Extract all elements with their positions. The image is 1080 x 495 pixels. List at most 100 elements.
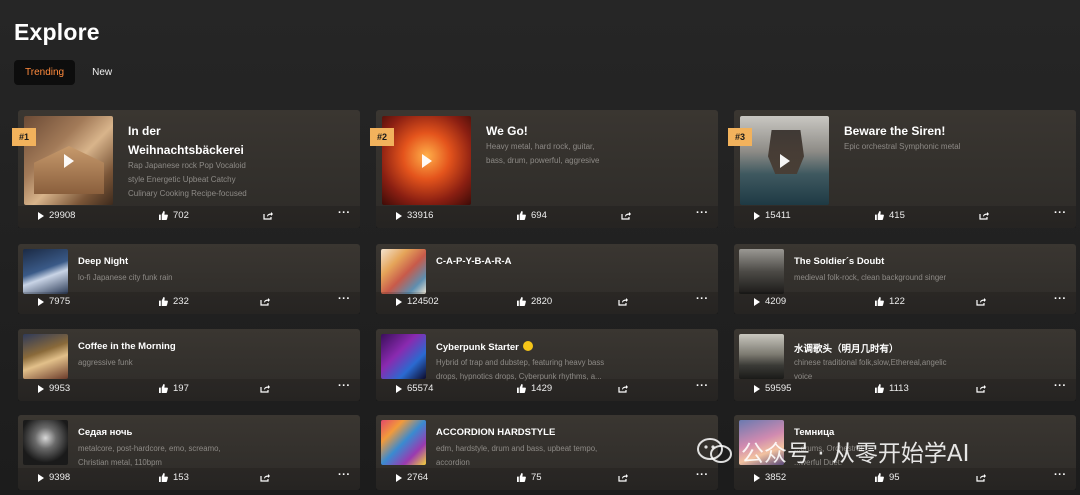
share-icon[interactable] [260, 297, 270, 306]
cover-image[interactable] [23, 420, 68, 465]
featured-card-2[interactable]: #2 We Go! Heavy metal, hard rock, guitar… [370, 110, 718, 228]
cover-image[interactable] [382, 116, 471, 205]
song-card[interactable]: Cyberpunk Starter Hybrid of trap and dub… [376, 329, 718, 401]
share-icon[interactable] [263, 211, 273, 220]
more-options-icon[interactable]: ··· [696, 380, 709, 392]
cover-image[interactable] [23, 334, 68, 379]
like-count[interactable]: 75 [517, 472, 542, 483]
song-card[interactable]: 水调歌头（明月几时有） chinese traditional folk,slo… [734, 329, 1076, 401]
song-card[interactable]: Coffee in the Morning aggressive funk 99… [18, 329, 360, 401]
like-count[interactable]: 702 [159, 210, 189, 221]
song-title[interactable]: 水调歌头（明月几时有） [794, 341, 899, 355]
cover-image[interactable] [740, 116, 829, 205]
more-options-icon[interactable]: ··· [696, 469, 709, 481]
song-description: edm, hardstyle, drum and bass, upbeat te… [436, 444, 598, 467]
song-card[interactable]: C-A-P-Y-B-A-R-A 124502 2820 ··· [376, 244, 718, 314]
thumbs-up-icon [159, 297, 168, 306]
featured-card-3[interactable]: #3 Beware the Siren! Epic orchestral Sym… [728, 110, 1076, 228]
cover-image[interactable] [381, 334, 426, 379]
song-title[interactable]: Cyberpunk Starter [436, 341, 533, 353]
song-title[interactable]: Beware the Siren! [844, 122, 945, 141]
share-icon[interactable] [618, 473, 628, 482]
like-count[interactable]: 95 [875, 472, 900, 483]
thumbs-up-icon [875, 473, 884, 482]
play-overlay-icon[interactable] [779, 153, 790, 168]
song-card[interactable]: The Soldier´s Doubt medieval folk-rock, … [734, 244, 1076, 314]
more-options-icon[interactable]: ··· [338, 469, 351, 481]
more-options-icon[interactable]: ··· [338, 207, 351, 219]
wechat-icon [697, 438, 733, 464]
song-title[interactable]: In der Weihnachtsbäckerei [128, 122, 244, 160]
play-count[interactable]: 3852 [754, 472, 786, 483]
thumbs-up-icon [517, 473, 526, 482]
like-count[interactable]: 197 [159, 383, 189, 394]
play-count[interactable]: 2764 [396, 472, 428, 483]
card-footer: 2764 75 ··· [376, 468, 718, 490]
share-icon[interactable] [618, 297, 628, 306]
share-icon[interactable] [260, 473, 270, 482]
like-count[interactable]: 694 [517, 210, 547, 221]
share-icon[interactable] [260, 384, 270, 393]
song-title[interactable]: The Soldier´s Doubt [794, 256, 884, 267]
play-count[interactable]: 33916 [396, 210, 433, 221]
like-count[interactable]: 1429 [517, 383, 552, 394]
cover-image[interactable] [381, 420, 426, 465]
tab-new[interactable]: New [81, 60, 123, 85]
share-icon[interactable] [976, 473, 986, 482]
song-card[interactable]: ACCORDION HARDSTYLE edm, hardstyle, drum… [376, 415, 718, 490]
more-options-icon[interactable]: ··· [1054, 469, 1067, 481]
play-count[interactable]: 124502 [396, 296, 439, 307]
featured-card-1[interactable]: #1 In der Weihnachtsbäckerei Rap Japanese… [12, 110, 360, 228]
emoji-badge-icon [522, 341, 533, 351]
like-count[interactable]: 153 [159, 472, 189, 483]
play-overlay-icon[interactable] [63, 153, 74, 168]
song-card[interactable]: Седая ночь metalcore, post-hardcore, emo… [18, 415, 360, 490]
share-icon[interactable] [621, 211, 631, 220]
like-count[interactable]: 1113 [875, 383, 909, 394]
more-options-icon[interactable]: ··· [338, 380, 351, 392]
song-card[interactable]: Deep Night lo-fi Japanese city funk rain… [18, 244, 360, 314]
cover-image[interactable] [739, 249, 784, 294]
song-title[interactable]: Coffee in the Morning [78, 341, 176, 352]
like-count[interactable]: 2820 [517, 296, 552, 307]
more-options-icon[interactable]: ··· [696, 207, 709, 219]
watermark: 公众号 · 从零开始学AI [697, 434, 969, 468]
play-icon [754, 473, 760, 482]
more-options-icon[interactable]: ··· [1054, 293, 1067, 305]
thumbs-up-icon [875, 297, 884, 306]
share-icon[interactable] [976, 384, 986, 393]
like-count[interactable]: 415 [875, 210, 905, 221]
play-count[interactable]: 9398 [38, 472, 70, 483]
play-icon [396, 473, 402, 482]
song-title[interactable]: Седая ночь [78, 427, 132, 438]
play-count[interactable]: 65574 [396, 383, 433, 394]
cover-image[interactable] [23, 249, 68, 294]
like-count[interactable]: 232 [159, 296, 189, 307]
cover-image[interactable] [739, 334, 784, 379]
share-icon[interactable] [618, 384, 628, 393]
tab-trending[interactable]: Trending [14, 60, 76, 85]
play-count[interactable]: 15411 [754, 210, 791, 221]
more-options-icon[interactable]: ··· [1054, 380, 1067, 392]
more-options-icon[interactable]: ··· [338, 293, 351, 305]
card-footer: 33916 694 ··· [376, 206, 718, 228]
play-count[interactable]: 29908 [38, 210, 75, 221]
song-title[interactable]: We Go! [486, 122, 528, 141]
song-title[interactable]: ACCORDION HARDSTYLE [436, 427, 555, 438]
more-options-icon[interactable]: ··· [1054, 207, 1067, 219]
card-footer: 4209 122 ··· [734, 292, 1076, 314]
play-count[interactable]: 7975 [38, 296, 70, 307]
play-count[interactable]: 9953 [38, 383, 70, 394]
cover-image[interactable] [24, 116, 113, 205]
play-count[interactable]: 59595 [754, 383, 791, 394]
share-icon[interactable] [976, 297, 986, 306]
like-count[interactable]: 122 [875, 296, 905, 307]
play-count[interactable]: 4209 [754, 296, 786, 307]
play-overlay-icon[interactable] [421, 153, 432, 168]
cover-image[interactable] [381, 249, 426, 294]
song-title[interactable]: Deep Night [78, 256, 128, 267]
thumbs-up-icon [875, 211, 884, 220]
more-options-icon[interactable]: ··· [696, 293, 709, 305]
song-title[interactable]: C-A-P-Y-B-A-R-A [436, 256, 511, 267]
share-icon[interactable] [979, 211, 989, 220]
